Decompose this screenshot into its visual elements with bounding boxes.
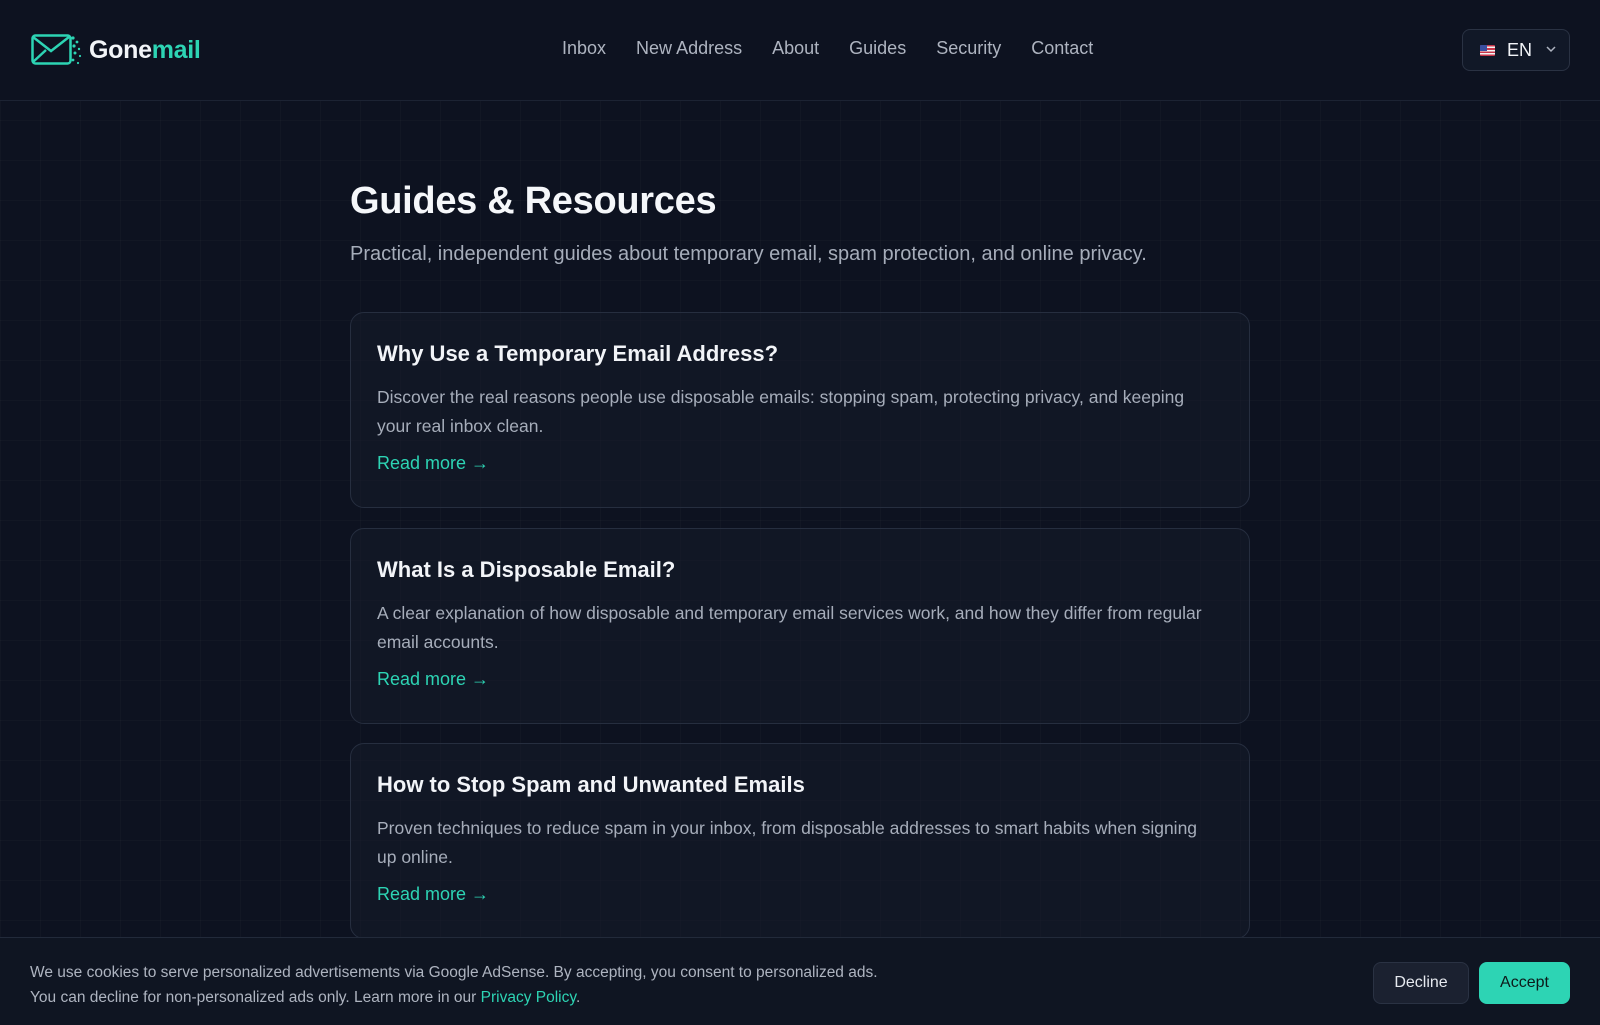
guide-card: Why Use a Temporary Email Address? Disco…	[350, 312, 1250, 508]
main-nav: Inbox New Address About Guides Security …	[562, 38, 1123, 59]
chevron-down-icon	[1546, 46, 1556, 53]
logo-word-mail: mail	[151, 35, 201, 64]
guide-description: A clear explanation of how disposable an…	[377, 603, 1202, 652]
nav-guides[interactable]: Guides	[849, 38, 906, 59]
page-title: Guides & Resources	[350, 180, 717, 222]
read-more-link[interactable]: Read more →	[377, 453, 489, 474]
nav-inbox[interactable]: Inbox	[562, 38, 606, 59]
nav-about[interactable]: About	[772, 38, 819, 59]
logo-wordmark: Gonemail	[89, 36, 201, 65]
cookie-text-block: We use cookies to serve personalized adv…	[30, 960, 880, 1010]
accept-button[interactable]: Accept	[1479, 962, 1570, 1004]
read-more-link[interactable]: Read more →	[377, 669, 489, 690]
read-more-link[interactable]: Read more →	[377, 884, 489, 905]
guide-card: How to Stop Spam and Unwanted Emails Pro…	[350, 743, 1250, 939]
cookie-text-end: .	[575, 989, 581, 1006]
us-flag-icon	[1480, 44, 1495, 56]
page-subtitle: Practical, independent guides about temp…	[350, 243, 1147, 265]
guide-description: Discover the real reasons people use dis…	[377, 387, 1185, 436]
guide-title: Why Use a Temporary Email Address?	[377, 341, 779, 366]
guide-card: What Is a Disposable Email? A clear expl…	[350, 528, 1250, 724]
logo-link[interactable]: Gonemail	[31, 30, 201, 70]
site-header: Gonemail Inbox New Address About Guides …	[0, 0, 1600, 101]
cookie-text: We use cookies to serve personalized adv…	[30, 964, 878, 1006]
guide-description: Proven techniques to reduce spam in your…	[377, 818, 1198, 867]
privacy-policy-link[interactable]: Privacy Policy	[481, 989, 576, 1006]
cookie-banner: We use cookies to serve personalized adv…	[0, 937, 1600, 1025]
decline-button[interactable]: Decline	[1373, 962, 1469, 1004]
language-code: EN	[1507, 39, 1533, 60]
guide-title: What Is a Disposable Email?	[377, 557, 676, 582]
guide-title: How to Stop Spam and Unwanted Emails	[377, 772, 805, 797]
envelope-logo-icon	[31, 34, 82, 65]
nav-contact[interactable]: Contact	[1031, 38, 1093, 59]
logo-word-gone: Gone	[89, 35, 152, 64]
language-selector[interactable]: EN	[1462, 29, 1570, 71]
nav-security[interactable]: Security	[936, 38, 1001, 59]
guides-section: Guides & Resources Practical, independen…	[350, 180, 1250, 939]
nav-new-address[interactable]: New Address	[636, 38, 742, 59]
